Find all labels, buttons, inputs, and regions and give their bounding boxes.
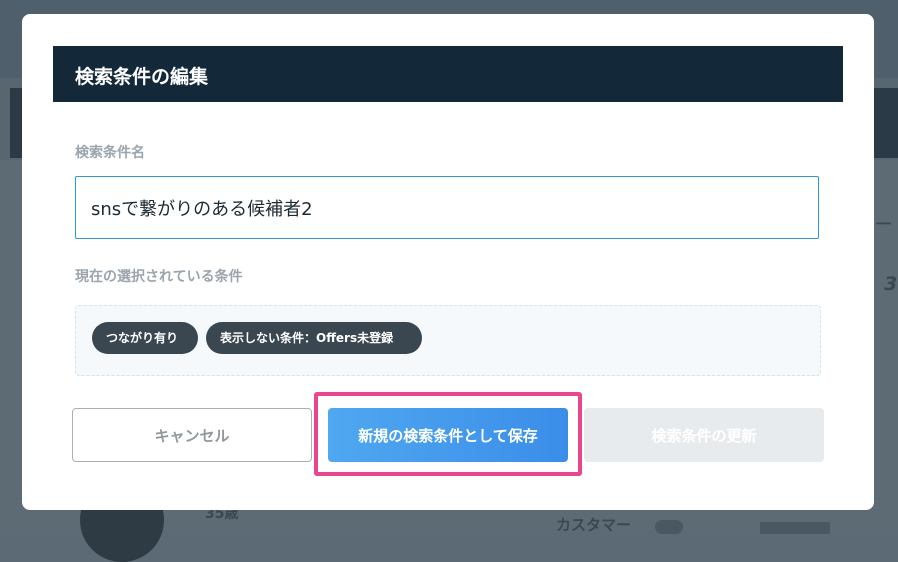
cancel-button[interactable]: キャンセル [72,408,312,462]
background-number-fragment: 3 [884,273,898,295]
condition-name-input[interactable] [75,176,819,239]
background-text-fragment: 一 [876,215,892,233]
condition-tag: つながり有り [92,322,198,354]
condition-name-label: 検索条件名 [75,145,145,161]
condition-tag: 表示しない条件：Offers未登録 [206,322,422,354]
save-as-new-button[interactable]: 新規の検索条件として保存 [328,408,568,462]
background-pill [655,520,683,534]
current-conditions-label: 現在の選択されている条件 [75,269,243,285]
current-conditions-box: つながり有り 表示しない条件：Offers未登録 [75,305,821,376]
edit-search-condition-modal: 検索条件の編集 検索条件名 現在の選択されている条件 つながり有り 表示しない条… [22,14,874,510]
modal-header: 検索条件の編集 [53,46,843,102]
modal-title: 検索条件の編集 [75,66,209,88]
update-condition-button[interactable]: 検索条件の更新 [584,408,824,462]
background-button [760,522,830,534]
background-role-fragment: カスタマー [556,516,632,534]
